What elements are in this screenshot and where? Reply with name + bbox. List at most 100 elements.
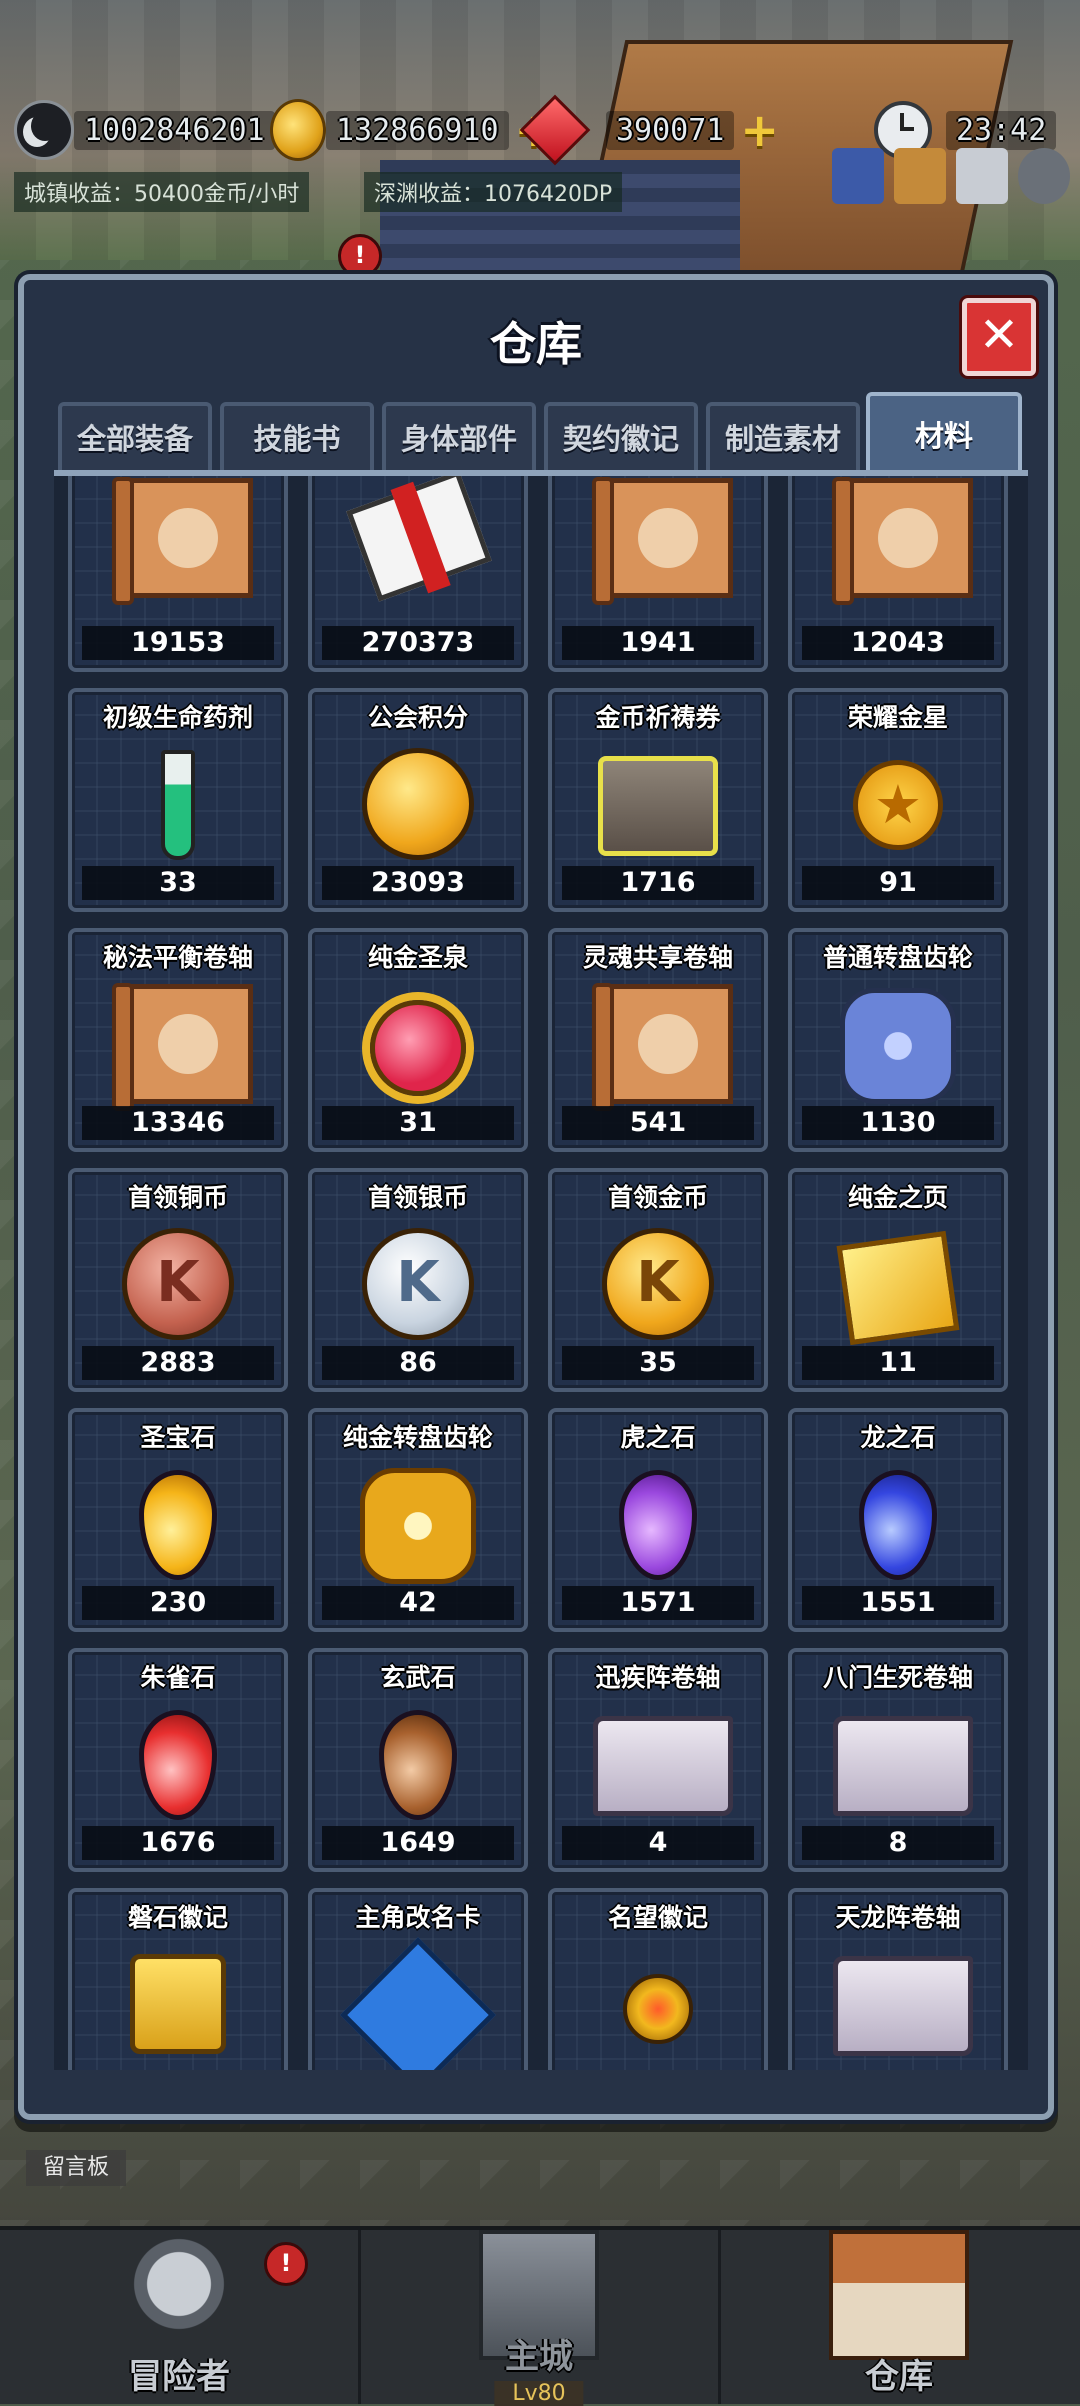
- alert-badge[interactable]: !: [338, 234, 382, 278]
- item-count: 35: [562, 1346, 754, 1380]
- item-grid[interactable]: 19153 270373 1941 12043 初级生命药剂 33 公会积分 2…: [54, 476, 1028, 2070]
- item-cell[interactable]: 玄武石 1649: [308, 1648, 528, 1872]
- item-count: 1130: [802, 1106, 994, 1140]
- item-cell[interactable]: 灵魂共享卷轴 541: [548, 928, 768, 1152]
- item-name: 灵魂共享卷轴: [582, 943, 733, 972]
- blue-gem-icon: [859, 1470, 937, 1580]
- town-income: 城镇收益：50400金币/小时: [14, 172, 310, 212]
- item-cell[interactable]: 1941: [548, 476, 768, 672]
- pet-icon[interactable]: [894, 148, 946, 204]
- item-name: 秘法平衡卷轴: [102, 943, 253, 972]
- item-cell[interactable]: 迅疾阵卷轴 4: [548, 1648, 768, 1872]
- nav-warehouse[interactable]: 仓库: [720, 2230, 1078, 2404]
- yellow-gem-icon: [139, 1470, 217, 1580]
- item-cell[interactable]: 天龙阵卷轴: [788, 1888, 1008, 2070]
- item-name: 主角改名卡: [355, 1903, 481, 1932]
- tab-crafting-materials[interactable]: 制造素材: [706, 402, 860, 472]
- gear-icon: [840, 988, 956, 1104]
- item-count: 230: [82, 1586, 274, 1620]
- time-display: 23:42: [946, 110, 1057, 150]
- moon-icon: [14, 100, 74, 160]
- item-cell[interactable]: 秘法平衡卷轴 13346: [68, 928, 288, 1152]
- item-cell[interactable]: 荣耀金星 ★ 91: [788, 688, 1008, 912]
- item-name: 公会积分: [367, 703, 468, 732]
- item-name: 普通转盘齿轮: [822, 943, 973, 972]
- item-cell[interactable]: 公会积分 23093: [308, 688, 528, 912]
- item-name: 荣耀金星: [847, 703, 948, 732]
- message-board-button[interactable]: 留言板: [26, 2150, 126, 2186]
- item-name: 纯金之页: [847, 1183, 948, 1212]
- tab-skill-books[interactable]: 技能书: [220, 402, 374, 472]
- bottom-nav: ! 冒险者 主城 Lv80 仓库: [0, 2226, 1080, 2406]
- item-cell[interactable]: 普通转盘齿轮 1130: [788, 928, 1008, 1152]
- settings-gear-icon[interactable]: [1018, 148, 1070, 204]
- scroll-icon: [592, 983, 733, 1111]
- vial-icon: [161, 750, 195, 860]
- red-gem-icon: [139, 1710, 217, 1820]
- city-level: Lv80: [494, 2381, 584, 2406]
- emblem-icon: [130, 1954, 226, 2054]
- item-cell[interactable]: 金币祈祷券 1716: [548, 688, 768, 912]
- bronze-coin-icon: K: [122, 1228, 234, 1340]
- item-name: 磐石徽记: [127, 1903, 228, 1932]
- gold-coin-icon: [270, 99, 326, 161]
- add-gem-button[interactable]: +: [740, 103, 779, 157]
- item-cell[interactable]: 龙之石 1551: [788, 1408, 1008, 1632]
- nav-label: 仓库: [865, 2357, 933, 2397]
- item-count: 270373: [322, 626, 514, 660]
- item-count: 31: [322, 1106, 514, 1140]
- item-cell[interactable]: 名望徽记: [548, 1888, 768, 2070]
- item-count: 42: [322, 1586, 514, 1620]
- item-cell[interactable]: 12043: [788, 476, 1008, 672]
- close-button[interactable]: ✕: [962, 298, 1036, 376]
- tab-all-equipment[interactable]: 全部装备: [58, 402, 212, 472]
- item-cell[interactable]: 磐石徽记: [68, 1888, 288, 2070]
- item-cell[interactable]: 圣宝石 230: [68, 1408, 288, 1632]
- item-name: 圣宝石: [140, 1423, 216, 1452]
- item-cell[interactable]: 纯金转盘齿轮 42: [308, 1408, 528, 1632]
- adventurer-icon[interactable]: [832, 148, 884, 204]
- item-cell[interactable]: 主角改名卡: [308, 1888, 528, 2070]
- item-name: 首领金币: [607, 1183, 708, 1212]
- scroll-icon: [112, 477, 253, 605]
- item-cell[interactable]: 虎之石 1571: [548, 1408, 768, 1632]
- nav-label: 主城: [505, 2337, 573, 2377]
- tab-materials[interactable]: 材料: [866, 392, 1022, 472]
- warehouse-icon: [829, 2230, 969, 2360]
- tab-contract-emblems[interactable]: 契约徽记: [544, 402, 698, 472]
- item-count: 19153: [82, 626, 274, 660]
- gold-coin-icon: K: [602, 1228, 714, 1340]
- gold-resource: 132866910 +: [270, 99, 559, 161]
- item-cell[interactable]: 19153: [68, 476, 288, 672]
- scroll-icon: [112, 983, 253, 1111]
- item-cell[interactable]: 纯金之页 11: [788, 1168, 1008, 1392]
- nav-main-city[interactable]: 主城 Lv80: [360, 2230, 721, 2406]
- item-cell[interactable]: 初级生命药剂 33: [68, 688, 288, 912]
- moon-value: 1002846201: [74, 110, 275, 150]
- gold-value: 132866910: [326, 110, 509, 150]
- item-cell[interactable]: 270373: [308, 476, 528, 672]
- mail-icon[interactable]: [956, 148, 1008, 204]
- tab-body-parts[interactable]: 身体部件: [382, 402, 536, 472]
- rename-card-icon: [340, 1937, 496, 2070]
- item-name: 纯金转盘齿轮: [342, 1423, 493, 1452]
- item-count: 1941: [562, 626, 754, 660]
- gem-resource: 390071 +: [519, 94, 785, 166]
- item-name: 首领银币: [367, 1183, 468, 1212]
- nav-label: 冒险者: [128, 2357, 230, 2397]
- item-count: 11: [802, 1346, 994, 1380]
- item-count: 8: [802, 1826, 994, 1860]
- item-name: 初级生命药剂: [102, 703, 253, 732]
- item-cell[interactable]: 纯金圣泉 31: [308, 928, 528, 1152]
- paper-scroll-icon: [833, 1956, 973, 2056]
- item-cell[interactable]: 首领银币 K 86: [308, 1168, 528, 1392]
- item-name: 八门生死卷轴: [822, 1663, 973, 1692]
- item-count: 33: [82, 866, 274, 900]
- item-cell[interactable]: 朱雀石 1676: [68, 1648, 288, 1872]
- knight-helmet-icon: [114, 2230, 244, 2350]
- item-cell[interactable]: 八门生死卷轴 8: [788, 1648, 1008, 1872]
- nav-adventurer[interactable]: ! 冒险者: [0, 2230, 361, 2404]
- item-cell[interactable]: 首领金币 K 35: [548, 1168, 768, 1392]
- item-cell[interactable]: 首领铜币 K 2883: [68, 1168, 288, 1392]
- gem-value: 390071: [606, 110, 735, 150]
